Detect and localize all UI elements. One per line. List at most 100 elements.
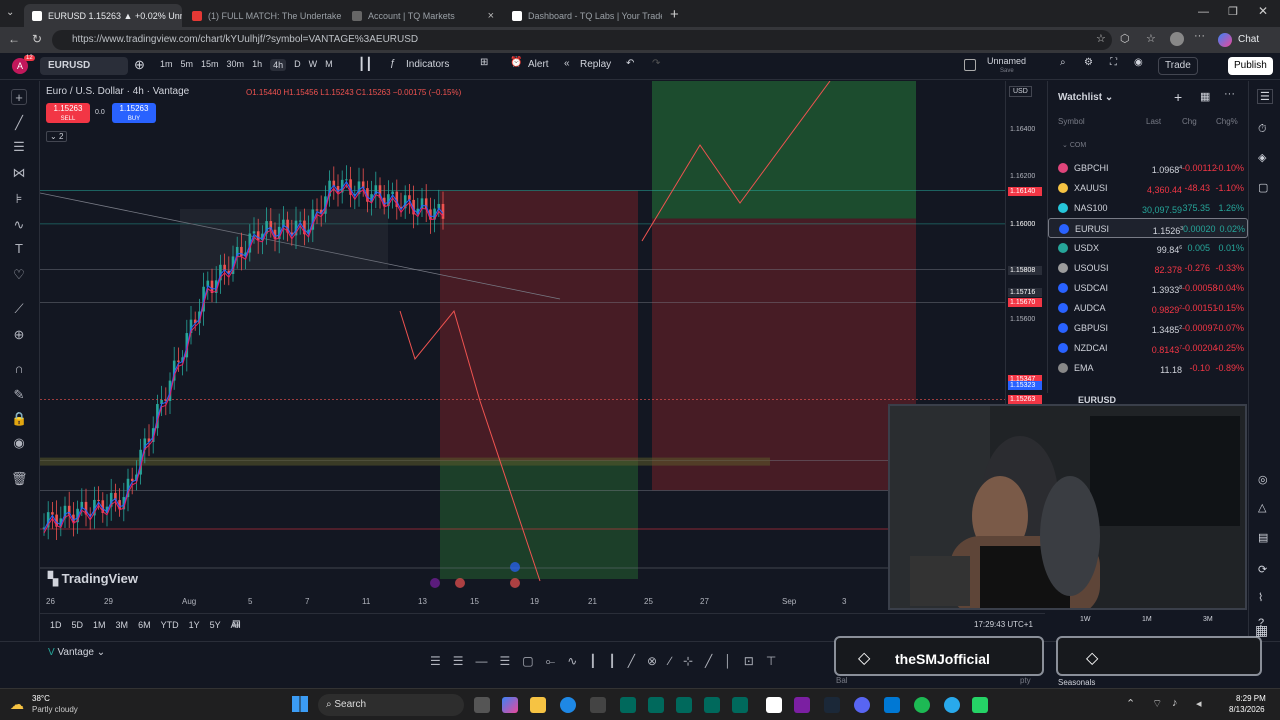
file-explorer-icon[interactable] <box>530 697 546 713</box>
watchlist-section[interactable]: ⌄ COM <box>1062 141 1086 149</box>
watchlist-row[interactable]: USOUSI 82.378 -0.276 -0.33% <box>1048 258 1248 278</box>
interval-D[interactable]: D <box>294 59 301 71</box>
brush-icon[interactable]: ∿ <box>11 217 27 233</box>
chart-area[interactable]: Euro / U.S. Dollar · 4h · Vantage O1.154… <box>40 81 1005 593</box>
undo-icon[interactable]: ↶ <box>626 58 634 69</box>
browser-tab-account[interactable]: Account | TQ Markets × <box>344 4 502 27</box>
range-1m[interactable]: 1M <box>93 620 106 630</box>
alert-button[interactable]: Alert <box>528 59 549 70</box>
interval-1h[interactable]: 1h <box>252 59 262 71</box>
range-3m[interactable]: 3M <box>116 620 129 630</box>
new-tab-button[interactable]: + <box>670 6 679 23</box>
watchlist-row[interactable]: GBPUSI 1.34852 -0.00097 -0.07% <box>1048 318 1248 338</box>
drawing-object-tools[interactable]: ☰☰—☰▢⟜∿┃┃╱⊗∕⊹╱│⊡⊤ <box>430 654 830 670</box>
eye-icon[interactable]: ◉ <box>11 435 27 451</box>
vantage-app-icon-5[interactable] <box>732 697 748 713</box>
spotify-icon[interactable] <box>914 697 930 713</box>
settings-icon[interactable]: ⚙ <box>1084 57 1093 68</box>
vantage-app-icon-2[interactable] <box>648 697 664 713</box>
replay-button[interactable]: Replay <box>580 59 611 70</box>
watchlist-row[interactable]: USDCAI 1.39338 -0.00058 -0.04% <box>1048 278 1248 298</box>
profile-avatar[interactable] <box>1170 32 1184 46</box>
copilot-app-icon[interactable] <box>502 697 518 713</box>
pattern-icon[interactable]: ⋈ <box>11 165 27 181</box>
wifi-icon[interactable]: ⌔ <box>1152 697 1162 711</box>
reload-icon[interactable]: ↻ <box>32 32 42 46</box>
stream-icon[interactable]: ⌇ <box>1258 591 1263 604</box>
ruler-icon[interactable]: ⟋ <box>11 301 27 317</box>
vantage-app-icon-3[interactable] <box>676 697 692 713</box>
forecast-icon[interactable]: ⊧ <box>11 191 27 207</box>
layout-name[interactable]: Unnamed <box>987 56 1026 66</box>
interval-W[interactable]: W <box>309 59 318 71</box>
watchlist-title[interactable]: Watchlist ⌄ <box>1058 92 1113 103</box>
magnet-icon[interactable]: ∩ <box>11 361 27 377</box>
watchlist-row[interactable]: USDX 99.846 0.005 0.01% <box>1048 238 1248 258</box>
watchlist-row[interactable]: AUDCA 0.98292 -0.00151 -0.15% <box>1048 298 1248 318</box>
crosshair-icon[interactable]: + <box>11 89 27 105</box>
minimize-icon[interactable]: — <box>1198 6 1209 18</box>
back-icon[interactable]: ← <box>8 32 20 46</box>
layout-icon[interactable] <box>964 59 976 71</box>
fib-icon[interactable]: ☰ <box>11 139 27 155</box>
range-1m[interactable]: 1M <box>1142 616 1152 623</box>
goto-date-icon[interactable]: ▤ <box>232 618 241 629</box>
tab-menu-icon[interactable]: ⌄ <box>6 7 14 18</box>
symbol-search[interactable]: EURUSD <box>40 57 128 75</box>
chat-button[interactable]: Chat <box>1238 34 1259 45</box>
range-5y[interactable]: 5Y <box>210 620 221 630</box>
target-icon[interactable]: ◎ <box>1258 473 1268 486</box>
close-icon[interactable]: × <box>488 10 494 22</box>
window-close-icon[interactable]: ✕ <box>1258 4 1268 18</box>
sell-button[interactable]: 1.15263 SELL <box>46 103 90 123</box>
watchlist-row[interactable]: EURUSI 1.15263 0.00020 0.02% <box>1048 218 1248 238</box>
vantage-app-icon[interactable] <box>620 697 636 713</box>
browser-tab-tradingview[interactable]: EURUSD 1.15263 ▲ +0.02% Unnam× <box>24 4 182 27</box>
trade-button[interactable]: Trade <box>1158 57 1198 75</box>
vantage-app-icon-4[interactable] <box>704 697 720 713</box>
app-star-icon[interactable] <box>766 697 782 713</box>
publish-button[interactable]: Publish <box>1228 57 1273 75</box>
watchlist-row[interactable]: NAS100 30,097.59 375.35 1.26% <box>1048 198 1248 218</box>
url-input[interactable]: https://www.tradingview.com/chart/kYUulh… <box>52 30 1112 50</box>
telegram-icon[interactable] <box>944 697 960 713</box>
watchlist-row[interactable]: XAUUSI 4,360.44 -48.43 -1.10% <box>1048 178 1248 198</box>
whatsapp-icon[interactable] <box>972 697 988 713</box>
watchlist-more-icon[interactable]: ··· <box>1224 88 1235 100</box>
buy-button[interactable]: 1.15263 BUY <box>112 103 156 123</box>
add-symbol-plus-icon[interactable]: + <box>1174 89 1182 105</box>
star-icon[interactable]: ☆ <box>1096 32 1106 45</box>
browser-tab-youtube[interactable]: (1) FULL MATCH: The Undertaker× <box>184 4 342 27</box>
time-axis[interactable]: 26 29 Aug 5 7 11 13 15 19 21 25 27 Sep 3 <box>40 593 1005 611</box>
templates-icon[interactable]: ⊞ <box>480 57 488 68</box>
interval-15m[interactable]: 15m <box>201 59 219 71</box>
clock[interactable]: 17:29:43 UTC+1 <box>974 620 1033 629</box>
interval-M[interactable]: M <box>325 59 333 71</box>
tray-chevron-icon[interactable]: ⌃ <box>1126 697 1135 710</box>
layers-icon[interactable]: ◈ <box>1258 151 1266 164</box>
app-next-icon[interactable] <box>794 697 810 713</box>
taskbar-search[interactable]: ⌕ Search <box>318 694 464 716</box>
favorites-icon[interactable]: ☆ <box>1146 32 1156 45</box>
ideas-icon[interactable]: △ <box>1258 501 1266 514</box>
trendline-icon[interactable]: ╱ <box>11 115 27 131</box>
discord-icon[interactable] <box>854 697 870 713</box>
interval-5m[interactable]: 5m <box>181 59 194 71</box>
browser-tab-dashboard[interactable]: Dashboard - TQ Labs | Your Tradel× <box>504 4 662 27</box>
indicators-button[interactable]: Indicators <box>406 59 449 70</box>
taskview-icon[interactable] <box>474 697 490 713</box>
range-6m[interactable]: 6M <box>138 620 151 630</box>
weather-icon[interactable]: ☁ <box>10 696 24 713</box>
interval-30m[interactable]: 30m <box>227 59 245 71</box>
add-symbol-icon[interactable]: ⊕ <box>134 57 145 73</box>
range-ytd[interactable]: YTD <box>161 620 179 630</box>
layout-save[interactable]: Save <box>1000 68 1014 74</box>
watchlist-row[interactable]: NZDCAI 0.81437 -0.00204 -0.25% <box>1048 338 1248 358</box>
clock-time[interactable]: 8:29 PM <box>1236 694 1266 703</box>
indicator-count[interactable]: ⌄ 2 <box>46 131 68 142</box>
extensions-icon[interactable]: ⬡ <box>1120 32 1130 45</box>
zoom-icon[interactable]: ⊕ <box>11 327 27 343</box>
redo-icon[interactable]: ↷ <box>652 58 660 69</box>
interval-1m[interactable]: 1m <box>160 59 173 71</box>
range-1d[interactable]: 1D <box>50 620 62 630</box>
